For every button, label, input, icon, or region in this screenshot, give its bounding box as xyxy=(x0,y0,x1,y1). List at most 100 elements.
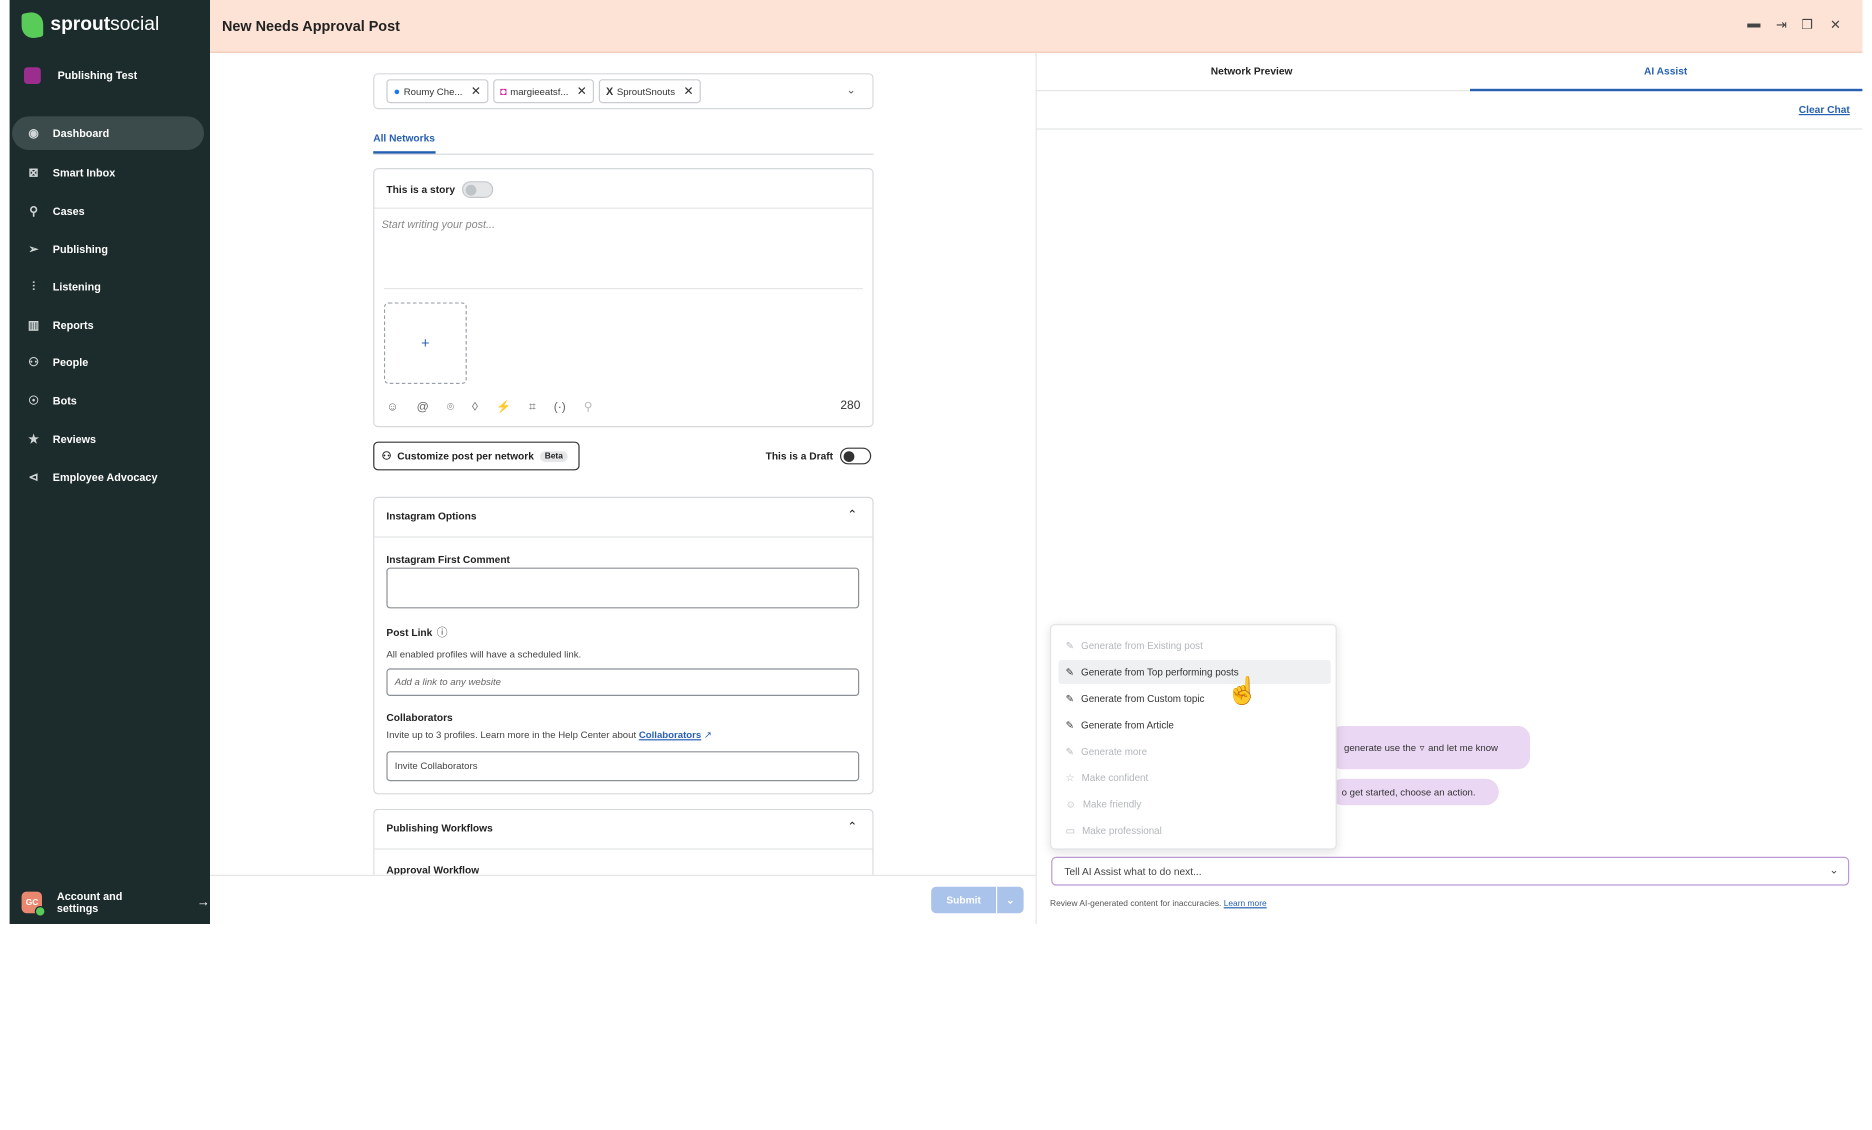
star-icon: ★ xyxy=(28,432,39,446)
thumbs-down-icon[interactable]: ▿ xyxy=(1420,742,1425,753)
camera-icon[interactable]: ⌾ xyxy=(447,401,454,414)
page-title: New Needs Approval Post xyxy=(222,18,400,35)
sidebar-item-label: Employee Advocacy xyxy=(52,471,158,484)
sidebar-item-bots[interactable]: ☉ Bots xyxy=(12,384,204,418)
sidebar-item-reports[interactable]: ▥ Reports xyxy=(12,308,204,342)
story-toggle-row: This is a story xyxy=(386,181,494,199)
instagram-options-panel xyxy=(373,496,874,795)
magic-wand-icon: ✎ xyxy=(1065,693,1074,705)
first-comment-label: Instagram First Comment xyxy=(386,553,510,566)
chat-text: o get started, choose an action. xyxy=(1341,786,1476,798)
profile-token[interactable]: X SproutSnouts ✕ xyxy=(598,79,701,104)
remove-icon[interactable]: ✕ xyxy=(577,85,587,98)
divider xyxy=(374,848,873,850)
profile-selector[interactable]: ● Roumy Che... ✕ ◘ margieeatsf... ✕ X SproutS… xyxy=(373,73,874,110)
learn-more-link[interactable]: Learn more xyxy=(1224,900,1267,908)
profile-token[interactable]: ● Roumy Che... ✕ xyxy=(386,79,489,104)
sidebar-item-listening[interactable]: ⫶ Listening xyxy=(12,270,204,304)
tab-all-networks[interactable]: All Networks xyxy=(373,132,436,154)
menu-item-label: Generate from Top performing posts xyxy=(1081,666,1239,678)
customize-button[interactable]: ⚇ Customize post per network Beta xyxy=(373,441,580,471)
emoji-icon[interactable]: ☺ xyxy=(386,401,398,414)
submit-label: Submit xyxy=(946,894,981,907)
people-icon: ⚇ xyxy=(28,355,39,369)
remove-icon[interactable]: ✕ xyxy=(471,85,481,98)
dashboard-icon: ◉ xyxy=(28,126,39,140)
remove-icon[interactable]: ✕ xyxy=(683,85,693,98)
editor-toolbar: ☺ @ ⌾ ◊ ⚡ ⌗ (·) ⚲ xyxy=(386,401,592,414)
bar-chart-icon: ▥ xyxy=(27,318,40,332)
draft-toggle[interactable] xyxy=(840,447,872,465)
panel-divider xyxy=(1035,52,1037,925)
external-link-icon[interactable]: ↗ xyxy=(704,730,712,741)
sidebar-item-people[interactable]: ⚇ People xyxy=(12,346,204,380)
profile-token[interactable]: ◘ margieeatsf... ✕ xyxy=(492,79,595,104)
brand-name-light: social xyxy=(110,14,160,35)
sidebar-item-reviews[interactable]: ★ Reviews xyxy=(12,422,204,456)
post-text-area[interactable]: Start writing your post... xyxy=(382,218,495,230)
minimize-icon[interactable]: ▬ xyxy=(1747,17,1760,31)
sidebar-item-label: People xyxy=(52,356,89,369)
arrow-right-icon: → xyxy=(196,895,211,910)
star-icon: ☆ xyxy=(1065,772,1075,784)
sidebar-item-dashboard[interactable]: ◉ Dashboard xyxy=(12,116,205,150)
menu-item-label: Make confident xyxy=(1081,772,1149,784)
tab-network-preview[interactable]: Network Preview xyxy=(1211,65,1293,77)
invite-collaborators-input[interactable]: Invite Collaborators xyxy=(386,751,860,782)
ai-input[interactable]: Tell AI Assist what to do next... ⌄ xyxy=(1051,856,1850,886)
chat-text: generate use the xyxy=(1344,742,1417,753)
chevron-up-icon[interactable]: ⌃ xyxy=(847,821,857,834)
collapse-panel-icon[interactable]: ⇥ xyxy=(1776,17,1787,32)
sprout-leaf-icon xyxy=(21,10,44,41)
menu-item[interactable]: ✎ Generate from Custom topic xyxy=(1058,686,1330,710)
chat-bubble: generate use the ▿ and let me know xyxy=(1329,726,1530,770)
variables-icon[interactable]: (·) xyxy=(554,401,566,414)
inbox-icon: ⊠ xyxy=(28,166,39,180)
chevron-up-icon[interactable]: ⌃ xyxy=(847,509,857,522)
sidebar-item-employee-advocacy[interactable]: ⊲ Employee Advocacy xyxy=(12,461,204,495)
ai-assist-icon[interactable]: ⚡ xyxy=(496,401,511,414)
menu-item-label: Generate from Existing post xyxy=(1081,640,1203,651)
profile-token-label: margieeatsf... xyxy=(510,85,569,97)
workspace-selector[interactable]: Publishing Test xyxy=(24,67,137,84)
pin-icon: ⚲ xyxy=(29,204,38,218)
post-link-input[interactable]: Add a link to any website xyxy=(386,668,860,696)
account-label: Account and settings xyxy=(56,890,123,915)
account-settings[interactable]: GC Account and settings → xyxy=(21,890,211,917)
location-icon[interactable]: ◊ xyxy=(472,401,478,414)
menu-item-label: Make friendly xyxy=(1082,798,1142,810)
mention-icon[interactable]: @ xyxy=(417,401,429,414)
clear-chat-link[interactable]: Clear Chat xyxy=(1799,103,1850,115)
info-icon[interactable]: ⓘ xyxy=(437,624,448,640)
story-toggle[interactable] xyxy=(462,181,494,199)
smile-icon: ☺ xyxy=(1065,798,1076,810)
sidebar: sproutsocial Publishing Test ◉ Dashboard ⊠… xyxy=(9,0,211,925)
post-link-help: All enabled profiles will have a schedul… xyxy=(386,649,582,660)
submit-button[interactable]: Submit ⌄ xyxy=(931,886,1024,914)
sidebar-item-label: Bots xyxy=(52,394,77,407)
post-link-label: Post Link xyxy=(386,626,433,639)
add-media-button[interactable]: + xyxy=(384,302,467,384)
popout-icon[interactable]: ❐ xyxy=(1801,17,1813,32)
instagram-options-title[interactable]: Instagram Options xyxy=(386,510,476,522)
chevron-down-icon[interactable]: ⌄ xyxy=(997,893,1023,906)
sidebar-item-publishing[interactable]: ➢ Publishing xyxy=(12,233,204,267)
collaborators-link[interactable]: Collaborators xyxy=(639,730,701,741)
crop-icon[interactable]: ⌗ xyxy=(529,401,536,414)
sidebar-item-cases[interactable]: ⚲ Cases xyxy=(12,194,204,228)
menu-item[interactable]: ✎ Generate from Top performing posts xyxy=(1058,660,1331,684)
magic-wand-icon: ✎ xyxy=(1065,720,1074,731)
drag-icon[interactable]: ⚲ xyxy=(584,401,593,414)
sidebar-item-smart-inbox[interactable]: ⊠ Smart Inbox xyxy=(12,156,204,190)
chevron-down-icon[interactable]: ⌄ xyxy=(1829,864,1838,877)
menu-item-label: Generate from Article xyxy=(1081,719,1174,731)
menu-item[interactable]: ✎ Generate from Article xyxy=(1058,713,1330,737)
workspace-name: Publishing Test xyxy=(57,69,138,82)
chevron-down-icon[interactable]: ⌄ xyxy=(847,84,856,97)
profile-token-label: SproutSnouts xyxy=(616,85,676,97)
workflows-title[interactable]: Publishing Workflows xyxy=(386,822,492,834)
tab-ai-assist[interactable]: AI Assist xyxy=(1644,65,1687,77)
brand-logo[interactable]: sproutsocial xyxy=(21,10,160,41)
close-icon[interactable]: ✕ xyxy=(1830,17,1841,32)
first-comment-input[interactable] xyxy=(386,567,860,609)
